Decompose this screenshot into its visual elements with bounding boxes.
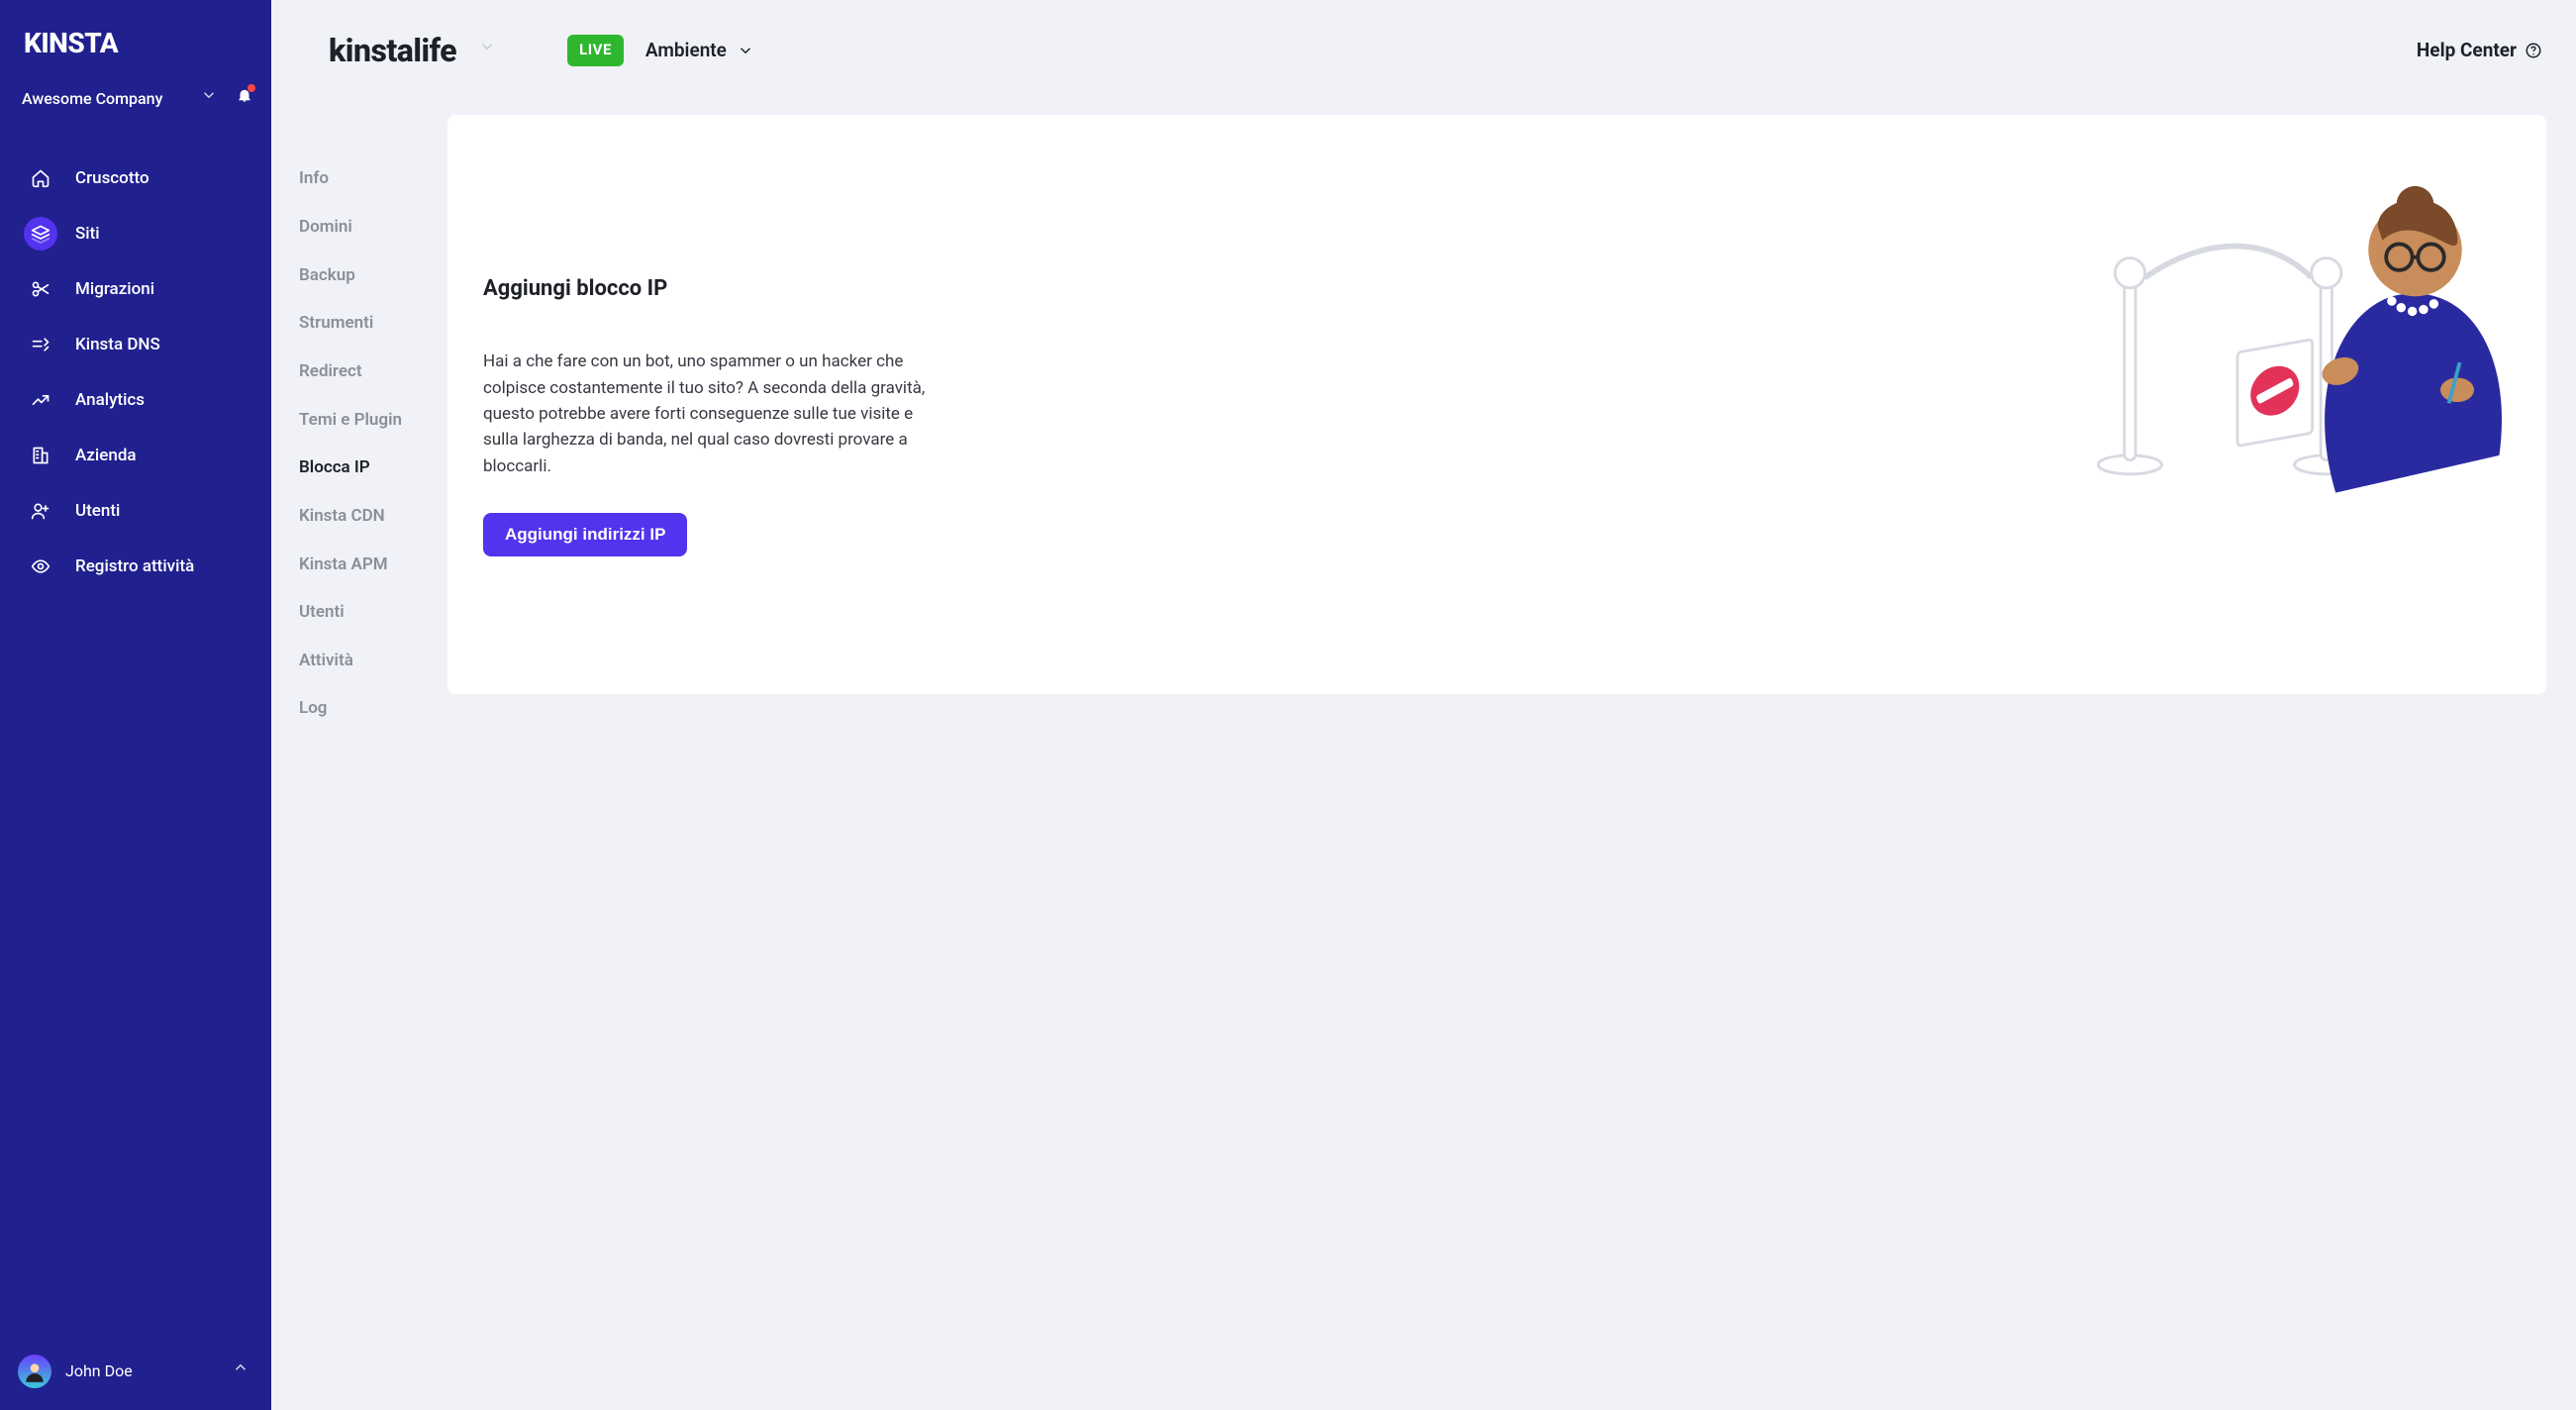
environment-picker[interactable]: Ambiente	[645, 37, 754, 64]
chevron-down-icon	[200, 86, 218, 112]
sidebar: KINSTA Awesome Company Cruscotto	[0, 0, 271, 1410]
subnav-item-domini[interactable]: Domini	[299, 203, 447, 252]
live-badge: LIVE	[567, 35, 624, 66]
stack-icon	[24, 217, 57, 251]
subnav-item-redirect[interactable]: Redirect	[299, 348, 447, 396]
sidebar-item-siti[interactable]: Siti	[18, 206, 253, 261]
scissors-icon	[24, 272, 57, 306]
sidebar-item-azienda[interactable]: Azienda	[18, 428, 253, 483]
chevron-down-icon	[737, 42, 754, 59]
dns-icon	[24, 328, 57, 361]
primary-nav: Cruscotto Siti Migrazioni Kinsta DNS	[18, 151, 253, 1345]
add-ip-button[interactable]: Aggiungi indirizzi IP	[483, 513, 687, 556]
subnav-item-strumenti[interactable]: Strumenti	[299, 299, 447, 348]
site-subnav: Info Domini Backup Strumenti Redirect Te…	[295, 85, 447, 733]
subnav-item-kinsta-cdn[interactable]: Kinsta CDN	[299, 492, 447, 541]
ip-block-card: Aggiungi blocco IP Hai a che fare con un…	[447, 115, 2546, 694]
sidebar-item-label: Cruscotto	[75, 166, 149, 191]
site-switcher[interactable]	[478, 38, 496, 63]
company-name: Awesome Company	[22, 87, 192, 110]
company-switcher[interactable]: Awesome Company	[18, 86, 253, 112]
sidebar-item-label: Migrazioni	[75, 277, 154, 302]
sidebar-item-migrazioni[interactable]: Migrazioni	[18, 261, 253, 317]
subnav-item-kinsta-apm[interactable]: Kinsta APM	[299, 541, 447, 589]
help-link-label: Help Center	[2417, 37, 2517, 64]
subnav-item-info[interactable]: Info	[299, 154, 447, 203]
sidebar-item-utenti[interactable]: Utenti	[18, 483, 253, 539]
subnav-item-attivita[interactable]: Attività	[299, 637, 447, 685]
user-menu[interactable]: John Doe	[18, 1345, 253, 1398]
sidebar-item-label: Azienda	[75, 444, 137, 468]
sidebar-item-registro[interactable]: Registro attività	[18, 539, 253, 594]
site-title: kinstalife	[329, 28, 456, 73]
chevron-up-icon	[232, 1359, 249, 1384]
trend-icon	[24, 383, 57, 417]
panel-illustration	[988, 184, 2507, 575]
sidebar-item-label: Analytics	[75, 388, 145, 413]
sidebar-item-label: Utenti	[75, 499, 120, 524]
sidebar-item-label: Kinsta DNS	[75, 333, 160, 357]
sidebar-item-cruscotto[interactable]: Cruscotto	[18, 151, 253, 206]
bouncer-illustration-icon	[2071, 184, 2507, 521]
sidebar-item-label: Siti	[75, 222, 100, 247]
user-plus-icon	[24, 494, 57, 528]
panel-title: Aggiungi blocco IP	[483, 273, 948, 305]
environment-label: Ambiente	[645, 37, 727, 64]
subnav-item-utenti[interactable]: Utenti	[299, 588, 447, 637]
notifications-button[interactable]	[236, 86, 253, 112]
subnav-item-blocca-ip[interactable]: Blocca IP	[299, 444, 447, 492]
help-center-link[interactable]: Help Center	[2417, 37, 2542, 64]
subnav-item-log[interactable]: Log	[299, 684, 447, 733]
sidebar-item-kinsta-dns[interactable]: Kinsta DNS	[18, 317, 253, 372]
sidebar-item-analytics[interactable]: Analytics	[18, 372, 253, 428]
subnav-item-backup[interactable]: Backup	[299, 252, 447, 300]
home-icon	[24, 161, 57, 195]
notification-dot-icon	[248, 84, 255, 92]
brand-logo: KINSTA	[24, 24, 253, 64]
eye-icon	[24, 550, 57, 583]
user-name: John Doe	[65, 1360, 218, 1382]
avatar	[18, 1355, 51, 1388]
subnav-item-temi-plugin[interactable]: Temi e Plugin	[299, 396, 447, 445]
sidebar-item-label: Registro attività	[75, 554, 194, 579]
topbar: kinstalife LIVE Ambiente Help Center	[271, 0, 2576, 85]
help-icon	[2525, 42, 2542, 59]
panel-body: Hai a che fare con un bot, uno spammer o…	[483, 349, 948, 479]
building-icon	[24, 439, 57, 472]
